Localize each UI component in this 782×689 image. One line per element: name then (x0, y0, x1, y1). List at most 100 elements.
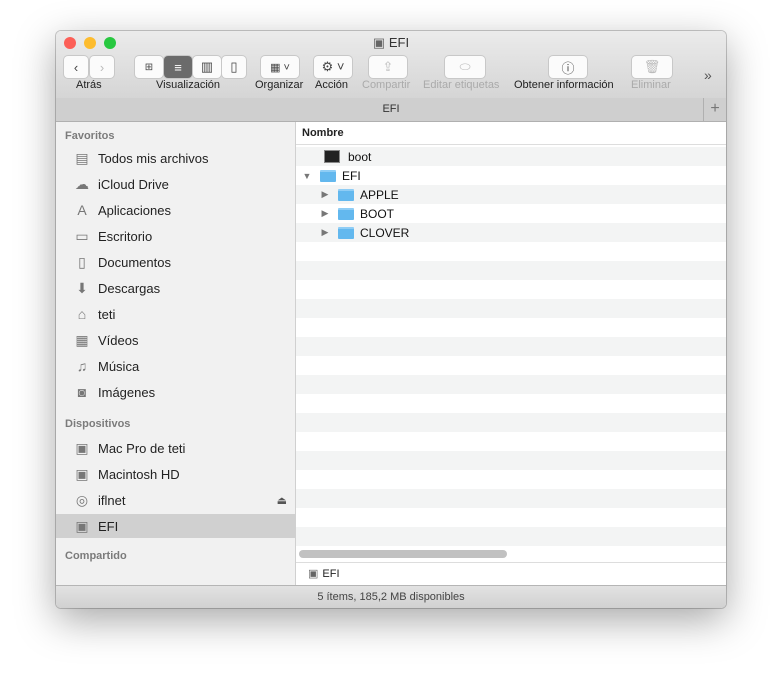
share-icon: ⇪ (382, 59, 394, 74)
table-row[interactable]: ▶ CLOVER (296, 223, 726, 242)
sidebar-item-icon: ▦ (75, 331, 89, 348)
toolbar: ▣ EFI ‹ › Atrás ⊞ ≡ ▥ ▯ Visualización ▦ … (56, 31, 726, 99)
info-button[interactable]: ⓘ (549, 56, 587, 78)
delete-label: Eliminar (631, 79, 671, 91)
share-button[interactable]: ⇪ (369, 56, 407, 78)
sidebar-item[interactable]: A Aplicaciones (56, 198, 295, 222)
table-row[interactable]: ▼ EFI (296, 166, 726, 185)
trash-icon: 🗑 (643, 59, 661, 74)
sidebar-item-label: EFI (98, 518, 119, 534)
sidebar-item-label: Macintosh HD (98, 466, 180, 482)
sidebar-item[interactable]: ▣ EFI (56, 514, 295, 538)
empty-row (296, 451, 726, 470)
sidebar-item[interactable]: ♫ Música (56, 354, 295, 378)
sidebar-item-icon: ☁ (75, 175, 89, 192)
horizontal-scrollbar[interactable] (299, 550, 507, 558)
drive-icon: ▣ (308, 568, 319, 580)
drive-icon: ▣ (372, 35, 389, 50)
sidebar-item[interactable]: ▣ Mac Pro de teti (56, 436, 295, 460)
arrange-button[interactable]: ▦ ˅ (261, 56, 299, 78)
file-name: APPLE (360, 187, 399, 202)
file-name: CLOVER (360, 225, 410, 240)
devices-header: Dispositivos (65, 418, 131, 430)
table-row[interactable]: ▶ APPLE (296, 185, 726, 204)
sidebar-item[interactable]: ▭ Escritorio (56, 224, 295, 248)
forward-button[interactable]: › (90, 56, 114, 78)
shared-header: Compartido (65, 550, 127, 562)
gear-icon: ⚙ ˅ (321, 59, 345, 74)
delete-button[interactable]: 🗑 (632, 56, 672, 78)
sidebar-item-label: Escritorio (98, 228, 153, 244)
coverflow-view-button[interactable]: ▯ (222, 56, 246, 78)
sidebar-item-icon: ◙ (77, 384, 87, 400)
tab-bar: EFI + (56, 98, 726, 122)
folder-icon (338, 207, 354, 220)
disclosure-expanded-icon[interactable]: ▼ (302, 171, 312, 181)
empty-row (296, 527, 726, 546)
add-tab-button[interactable]: + (703, 98, 726, 121)
file-name: EFI (342, 168, 361, 183)
window-title: ▣ EFI (372, 35, 410, 50)
tab-efi[interactable]: EFI (382, 103, 399, 115)
path-bar: ▣ EFI (296, 562, 726, 586)
back-button[interactable]: ‹ (64, 56, 88, 78)
columns-icon: ▥ (200, 59, 214, 74)
arrange-icon: ▦ ˅ (270, 61, 290, 74)
chevron-right-icon: › (99, 59, 105, 75)
sidebar-item[interactable]: ▤ Todos mis archivos (56, 146, 295, 170)
sidebar-item[interactable]: ☁ iCloud Drive (56, 172, 295, 196)
sidebar-item[interactable]: ◙ Imágenes (56, 380, 295, 404)
share-label: Compartir (362, 79, 411, 91)
empty-row (296, 489, 726, 508)
sidebar-item-icon: ▣ (75, 465, 89, 482)
column-view-button[interactable]: ▥ (193, 56, 221, 78)
disclosure-collapsed-icon[interactable]: ▶ (320, 189, 330, 200)
disclosure-collapsed-icon[interactable]: ▶ (320, 208, 330, 219)
sidebar-item-icon: ▣ (75, 517, 89, 534)
status-bar: 5 ítems, 185,2 MB disponibles (56, 585, 726, 608)
arrange-label: Organizar (255, 79, 304, 91)
sidebar-item-icon: ▭ (75, 227, 89, 244)
path-item-efi[interactable]: EFI (322, 568, 339, 580)
disclosure-collapsed-icon[interactable]: ▶ (320, 227, 330, 238)
empty-row (296, 413, 726, 432)
sidebar-item-label: Vídeos (98, 332, 139, 348)
tag-icon: ⬭ (459, 59, 471, 74)
sidebar-item[interactable]: ▣ Macintosh HD (56, 462, 295, 486)
empty-row (296, 242, 726, 261)
file-list: Nombre boot ▼ EFI ▶ APPLE ▶ BOOT ▶ CLOVER (296, 122, 726, 585)
empty-row (296, 470, 726, 489)
empty-row (296, 337, 726, 356)
sidebar-item-icon: A (77, 202, 87, 218)
sidebar-item[interactable]: ⬇ Descargas (56, 276, 295, 300)
sidebar-item-icon: ♫ (76, 358, 88, 374)
info-icon: ⓘ (561, 60, 575, 76)
eject-icon[interactable]: ⏏ (277, 494, 287, 507)
empty-row (296, 375, 726, 394)
sidebar-item-label: Música (98, 358, 140, 374)
icon-view-button[interactable]: ⊞ (135, 56, 163, 78)
table-row[interactable]: boot (296, 147, 726, 166)
sidebar-item-icon: ⬇ (76, 279, 88, 296)
sidebar-item-icon: ⌂ (77, 306, 87, 322)
folder-icon (338, 226, 354, 239)
sidebar-item[interactable]: ◎ iflnet ⏏ (56, 488, 295, 512)
sidebar-item-label: iflnet (98, 492, 126, 508)
sidebar-item-icon: ▣ (75, 439, 89, 456)
finder-window: ▣ EFI ‹ › Atrás ⊞ ≡ ▥ ▯ Visualización ▦ … (56, 31, 726, 608)
action-button[interactable]: ⚙ ˅ (314, 56, 352, 78)
toolbar-overflow-button[interactable]: » (704, 67, 712, 83)
sidebar-item-label: iCloud Drive (98, 176, 169, 192)
action-label: Acción (315, 79, 349, 91)
table-row[interactable]: ▶ BOOT (296, 204, 726, 223)
sidebar-item[interactable]: ⌂ teti (56, 302, 295, 326)
sidebar-item[interactable]: ▦ Vídeos (56, 328, 295, 352)
sidebar-item[interactable]: ▯ Documentos (56, 250, 295, 274)
list-view-button[interactable]: ≡ (164, 56, 192, 78)
chevron-left-icon: ‹ (73, 59, 79, 75)
tags-label: Editar etiquetas (423, 79, 500, 91)
tags-button[interactable]: ⬭ (445, 56, 485, 78)
empty-row (296, 261, 726, 280)
column-header-name[interactable]: Nombre (296, 122, 726, 145)
sidebar-item-label: Documentos (98, 254, 171, 270)
